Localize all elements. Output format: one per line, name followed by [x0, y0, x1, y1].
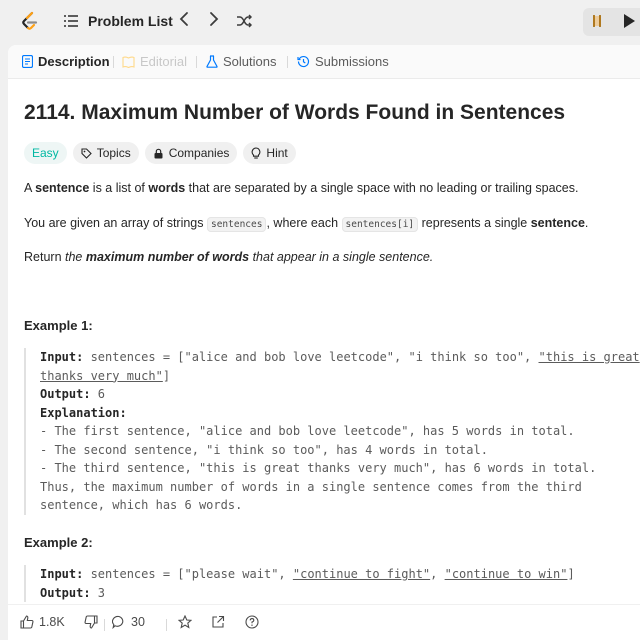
history-icon	[297, 55, 310, 68]
tab-divider	[196, 56, 197, 68]
companies-tag[interactable]: Companies	[144, 142, 238, 164]
example-block: Input: sentences = ["alice and bob love …	[24, 348, 640, 515]
dislike-button[interactable]	[84, 615, 98, 629]
leetcode-logo-icon[interactable]	[18, 10, 42, 34]
top-nav: Problem List	[0, 0, 640, 44]
help-button[interactable]	[245, 615, 259, 629]
tab-solutions[interactable]: Solutions	[206, 54, 276, 69]
description-paragraph: A sentence is a list of words that are s…	[24, 181, 579, 195]
bar-divider	[166, 619, 167, 631]
example-heading: Example 1:	[24, 318, 93, 333]
share-icon	[212, 615, 225, 628]
description-panel: Description Editorial Solutions Submissi…	[8, 45, 640, 640]
favorite-button[interactable]	[178, 615, 192, 629]
list-icon[interactable]	[64, 14, 78, 28]
tab-editorial[interactable]: Editorial	[122, 54, 187, 69]
flask-icon	[206, 55, 218, 68]
bar-divider	[104, 619, 105, 631]
prev-problem-button[interactable]	[178, 11, 190, 32]
panel-tabs: Description Editorial Solutions Submissi…	[8, 45, 640, 79]
share-button[interactable]	[211, 615, 225, 629]
example-heading: Example 2:	[24, 535, 93, 550]
problem-list-link[interactable]: Problem List	[88, 13, 173, 29]
inline-code: sentences	[206, 217, 267, 232]
debug-icon[interactable]	[589, 13, 605, 29]
topics-tag[interactable]: Topics	[72, 142, 139, 164]
like-button[interactable]: 1.8K	[20, 615, 65, 629]
comments-button[interactable]: 30	[112, 615, 145, 629]
next-problem-button[interactable]	[208, 11, 220, 32]
lightbulb-icon	[252, 147, 261, 159]
example-block: Input: sentences = ["please wait", "cont…	[24, 565, 640, 602]
tab-description[interactable]: Description	[22, 54, 110, 69]
difficulty-badge: Easy	[24, 142, 67, 164]
bottom-action-bar: 1.8K 30	[8, 604, 640, 640]
lock-icon	[154, 148, 163, 158]
tab-divider	[287, 56, 288, 68]
problem-title[interactable]: 2114. Maximum Number of Words Found in S…	[24, 101, 565, 125]
document-icon	[22, 55, 33, 68]
chevron-right-icon	[210, 12, 219, 26]
question-icon	[245, 615, 259, 629]
shuffle-icon[interactable]	[236, 13, 252, 29]
star-icon	[178, 615, 192, 629]
tab-submissions[interactable]: Submissions	[297, 54, 389, 69]
comment-icon	[112, 615, 124, 629]
problem-tags: Easy Topics Companies Hint	[24, 142, 296, 164]
tab-divider	[113, 56, 114, 68]
thumbs-up-icon	[20, 615, 34, 629]
description-paragraph: You are given an array of strings senten…	[24, 216, 589, 232]
inline-code: sentences[i]	[341, 217, 419, 232]
tag-icon	[81, 147, 92, 159]
run-play-icon[interactable]	[624, 14, 635, 28]
chevron-left-icon	[179, 12, 188, 26]
description-paragraph: Return the maximum number of words that …	[24, 250, 434, 264]
thumbs-down-icon	[84, 615, 98, 629]
book-icon	[122, 56, 135, 68]
hint-tag[interactable]: Hint	[243, 142, 296, 164]
